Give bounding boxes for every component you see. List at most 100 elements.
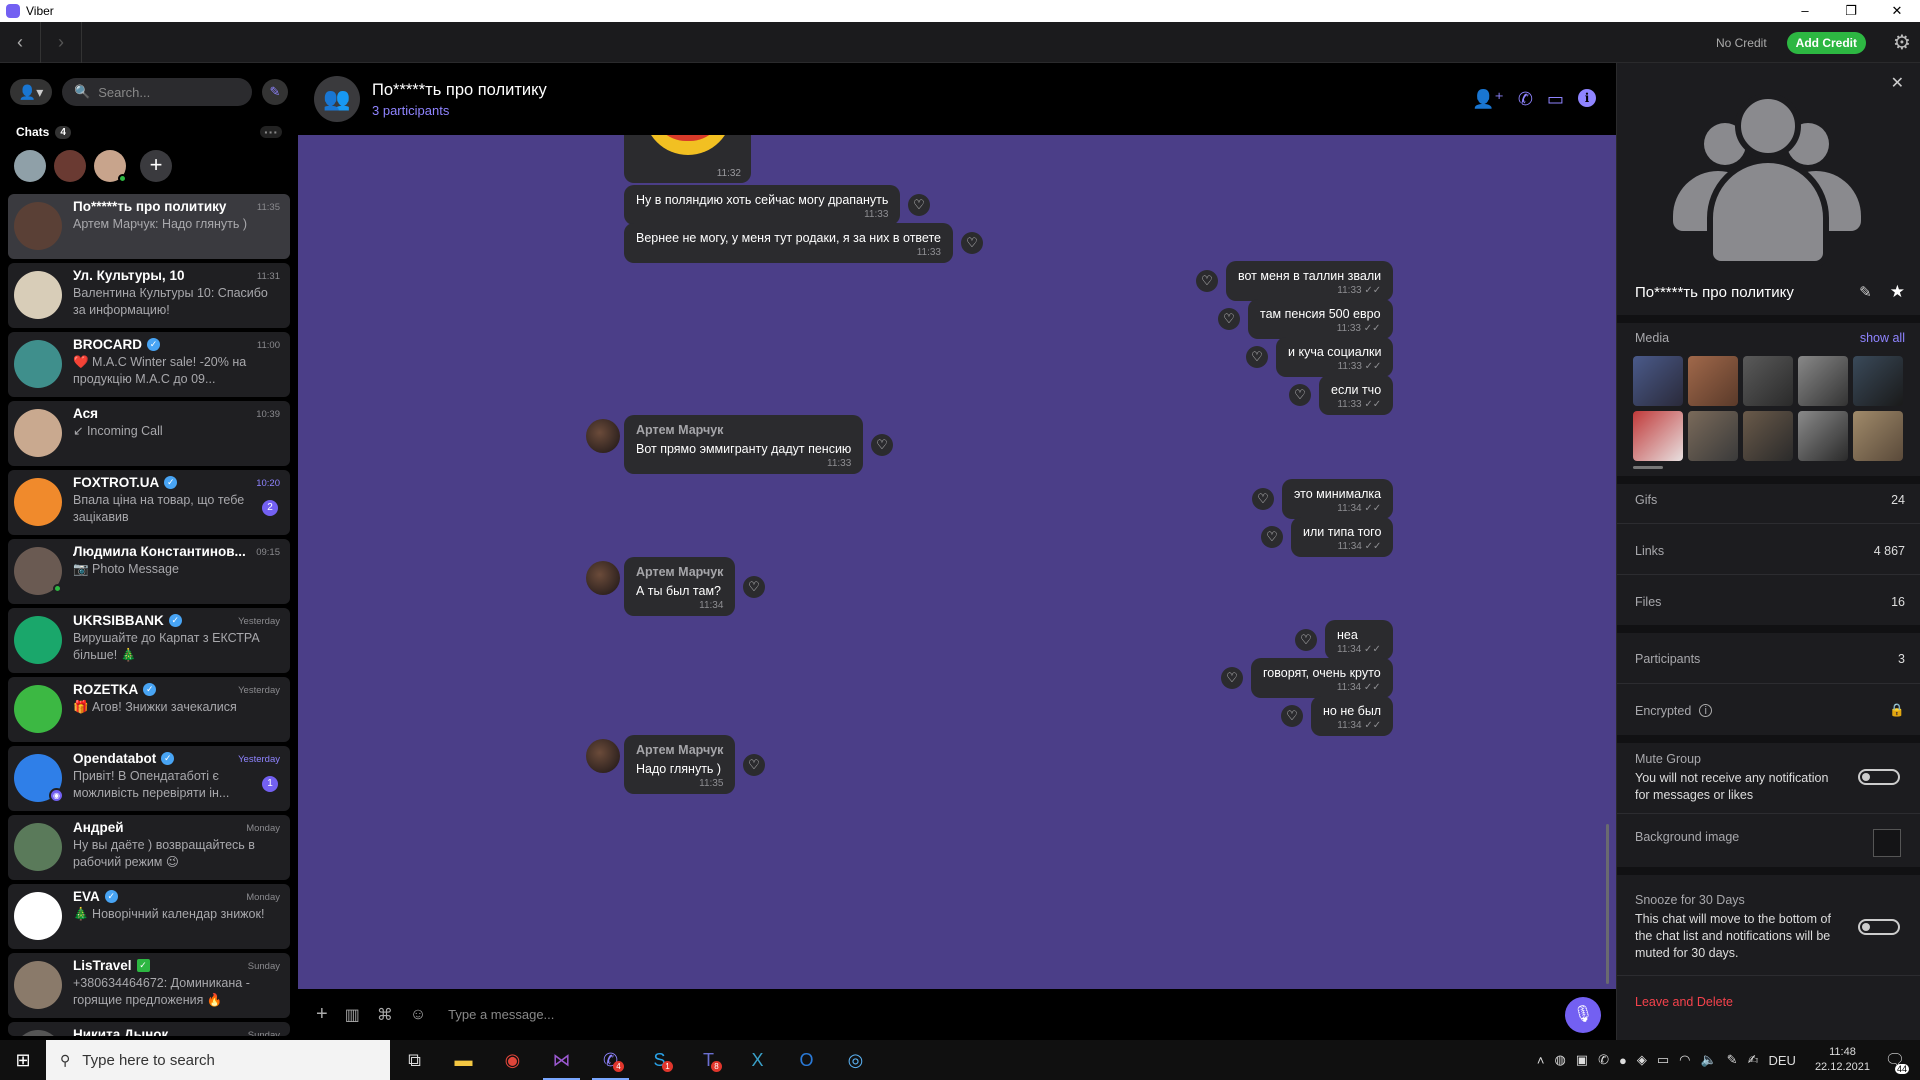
like-heart-icon[interactable]: ♡ — [908, 194, 930, 216]
chat-list-item[interactable]: ◉ Opendatabot ✓ Привіт! В Опендатаботі є мо… — [8, 746, 290, 811]
compose-button[interactable]: ✎ — [262, 79, 288, 105]
incoming-message[interactable]: Ну в поляндию хоть сейчас могу драпануть… — [624, 185, 901, 225]
more-options-icon[interactable]: ··· — [260, 125, 282, 139]
outgoing-message[interactable]: говорят, очень круто 11:34 ✓✓ — [1251, 658, 1393, 698]
media-scrollbar[interactable] — [1633, 466, 1663, 469]
maximize-button[interactable]: ❐ — [1828, 0, 1874, 22]
sender-avatar[interactable] — [586, 739, 620, 773]
like-heart-icon[interactable]: ♡ — [1218, 308, 1240, 330]
media-thumbnail[interactable] — [1688, 411, 1738, 461]
message-area[interactable]: 11:32 Ну в поляндию хоть сейчас могу дра… — [298, 135, 1616, 989]
media-thumbnail[interactable] — [1688, 356, 1738, 406]
taskbar-search-input[interactable]: ⚲ Type here to search — [46, 1040, 390, 1080]
like-heart-icon[interactable]: ♡ — [1261, 526, 1283, 548]
chat-list-item[interactable]: ROZETKA ✓ 🎁 Агов! Знижки зачекалися Yesterd… — [8, 677, 290, 742]
poll-icon[interactable]: ▥ — [345, 1005, 360, 1025]
tray-app-icon[interactable]: ● — [1619, 1053, 1627, 1068]
tray-wifi-icon[interactable]: ◠ — [1679, 1052, 1690, 1068]
chat-list-item[interactable]: Людмила Константинов... 📷 Photo Message 09… — [8, 539, 290, 604]
message-input[interactable]: Type a message... — [448, 1007, 554, 1022]
like-heart-icon[interactable]: ♡ — [1246, 346, 1268, 368]
like-heart-icon[interactable]: ♡ — [871, 433, 893, 456]
participants-row[interactable]: Participants 3 — [1635, 652, 1905, 666]
gear-icon[interactable]: ⚙ — [1884, 30, 1920, 55]
chat-list-item[interactable]: Ул. Культуры, 10 Валентина Культуры 10: С… — [8, 263, 290, 328]
like-heart-icon[interactable]: ♡ — [743, 753, 765, 776]
media-thumbnail[interactable] — [1798, 356, 1848, 406]
add-contact-button[interactable]: + — [140, 150, 172, 182]
tray-volume-icon[interactable]: 🔈 — [1700, 1052, 1716, 1068]
info-circle-icon[interactable]: i — [1699, 704, 1713, 717]
teams-icon[interactable]: T8 — [684, 1040, 733, 1080]
chat-list-item[interactable]: Никита Дынок Sunday — [8, 1022, 290, 1036]
background-image-swatch[interactable] — [1873, 829, 1901, 857]
user-menu-button[interactable]: 👤▾ — [10, 79, 52, 105]
like-heart-icon[interactable]: ♡ — [1281, 705, 1303, 727]
like-heart-icon[interactable]: ♡ — [1196, 270, 1218, 292]
outlook-icon[interactable]: O — [782, 1040, 831, 1080]
recent-contact-avatar[interactable] — [94, 150, 127, 183]
tray-app-icon[interactable]: ▣ — [1576, 1052, 1588, 1068]
chat-list-item[interactable]: Ася ↙ Incoming Call 10:39 — [8, 401, 290, 466]
outgoing-message[interactable]: или типа того 11:34 ✓✓ — [1291, 517, 1394, 557]
show-all-link[interactable]: show all — [1860, 331, 1905, 345]
mute-group-toggle[interactable] — [1858, 769, 1900, 785]
like-heart-icon[interactable]: ♡ — [1289, 384, 1311, 406]
call-icon[interactable]: ✆ — [1518, 89, 1533, 110]
chrome-icon[interactable]: ◉ — [488, 1040, 537, 1080]
chat-list-item[interactable]: По*****ть про политику Артем Марчук: Надо… — [8, 194, 290, 259]
participants-link[interactable]: 3 participants — [372, 103, 547, 118]
sticker-message[interactable]: 11:32 — [624, 135, 751, 183]
browser-icon[interactable]: ◎ — [831, 1040, 880, 1080]
visual-studio-icon[interactable]: ⋈ — [537, 1040, 586, 1080]
files-row[interactable]: Files 16 — [1635, 595, 1905, 609]
back-arrow-icon[interactable]: ‹ — [0, 32, 40, 53]
recent-contact-avatar[interactable] — [54, 150, 86, 182]
chat-list-item[interactable]: FOXTROT.UA ✓ Впала ціна на товар, що тебе … — [8, 470, 290, 535]
forward-arrow-icon[interactable]: › — [41, 32, 81, 53]
snooze-toggle[interactable] — [1858, 919, 1900, 935]
info-icon[interactable]: i — [1578, 89, 1596, 107]
close-icon[interactable]: ✕ — [1891, 73, 1904, 93]
outgoing-message[interactable]: неа 11:34 ✓✓ — [1325, 620, 1393, 660]
tray-network-icon[interactable]: ◍ — [1554, 1052, 1565, 1068]
media-thumbnail[interactable] — [1743, 411, 1793, 461]
excel-icon[interactable]: X — [733, 1040, 782, 1080]
chat-scrollbar[interactable] — [1606, 824, 1609, 984]
message-sender[interactable]: Артем Марчук — [636, 743, 723, 757]
incoming-message[interactable]: Артем Марчук Вот прямо эммигранту дадут п… — [624, 415, 864, 474]
chat-list-item[interactable]: BROCARD ✓ ❤️ M.A.C Winter sale! -20% на пр… — [8, 332, 290, 397]
links-row[interactable]: Links 4 867 — [1635, 544, 1905, 558]
windows-start-icon[interactable]: ⊞ — [0, 1050, 46, 1071]
add-participant-icon[interactable]: 👤⁺ — [1472, 89, 1504, 110]
sticker-icon[interactable]: ☺ — [410, 1006, 426, 1024]
tray-app-icon[interactable]: ◈ — [1637, 1052, 1647, 1068]
skype-icon[interactable]: S1 — [635, 1040, 684, 1080]
outgoing-message[interactable]: это минималка 11:34 ✓✓ — [1282, 479, 1394, 519]
outgoing-message[interactable]: но не был 11:34 ✓✓ — [1311, 696, 1394, 736]
attach-plus-icon[interactable]: + — [316, 1003, 328, 1026]
edit-icon[interactable]: ✎ — [1859, 283, 1872, 301]
task-view-icon[interactable]: ⧉ — [390, 1040, 439, 1080]
media-thumbnail[interactable] — [1633, 411, 1683, 461]
like-heart-icon[interactable]: ♡ — [961, 232, 983, 254]
like-heart-icon[interactable]: ♡ — [1295, 629, 1317, 651]
microphone-button[interactable]: 🎙 — [1565, 997, 1601, 1033]
tray-pen-icon[interactable]: ✎ — [1727, 1052, 1738, 1068]
star-icon[interactable]: ★ — [1890, 282, 1905, 302]
outgoing-message[interactable]: если тчо 11:33 ✓✓ — [1319, 375, 1394, 415]
leave-and-delete-button[interactable]: Leave and Delete — [1635, 995, 1733, 1009]
language-indicator[interactable]: DEU — [1768, 1053, 1795, 1068]
chat-list-item[interactable]: Андрей Ну вы даёте ) возвращайтесь в рабо… — [8, 815, 290, 880]
group-avatar[interactable]: 👥 — [314, 76, 360, 122]
tray-battery-icon[interactable]: ▭ — [1657, 1052, 1669, 1068]
sender-avatar[interactable] — [586, 419, 620, 453]
message-sender[interactable]: Артем Марчук — [636, 565, 723, 579]
media-thumbnail[interactable] — [1743, 356, 1793, 406]
tray-pen-icon[interactable]: ✍ — [1748, 1052, 1759, 1068]
outgoing-message[interactable]: и куча социалки 11:33 ✓✓ — [1276, 337, 1394, 377]
chat-title[interactable]: По*****ть про политику — [372, 81, 547, 100]
file-explorer-icon[interactable]: ▬ — [439, 1040, 488, 1080]
search-input[interactable]: 🔍 Search... — [62, 78, 252, 106]
outgoing-message[interactable]: вот меня в таллин звали 11:33 ✓✓ — [1226, 261, 1394, 301]
